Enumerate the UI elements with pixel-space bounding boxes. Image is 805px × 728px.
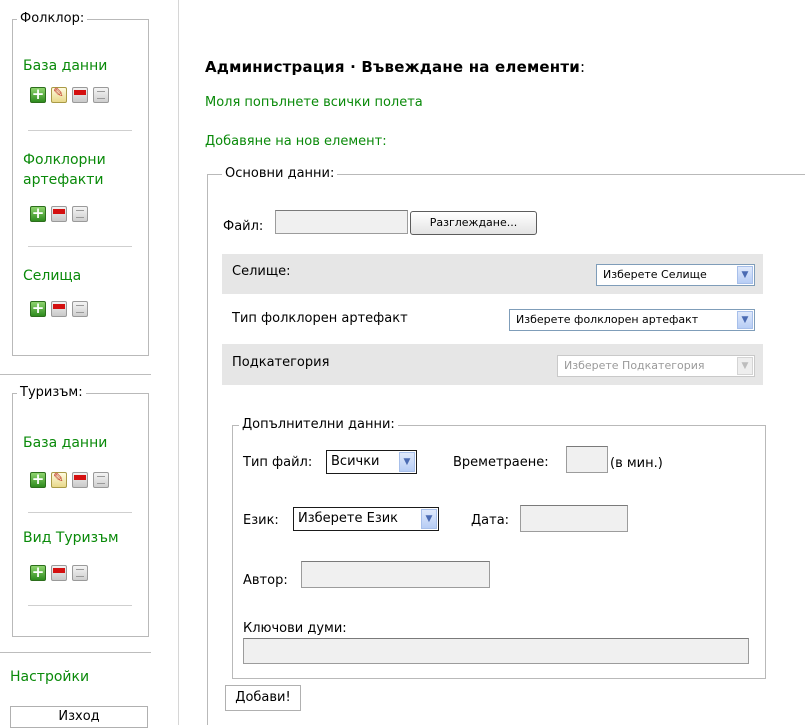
chevron-down-icon[interactable]: ▼: [737, 311, 753, 329]
divider: [28, 130, 132, 131]
settlement-select-value: Изберете Селище: [603, 268, 707, 281]
subcategory-select: Изберете Подкатегория ▼: [557, 355, 755, 377]
folklore-database-link[interactable]: База данни: [23, 56, 107, 76]
tourism-panel: Туризъм:: [12, 385, 149, 637]
delete-icon[interactable]: [72, 472, 88, 488]
page-title-text: Администрация · Въвеждане на елементи: [205, 58, 580, 76]
divider: [28, 605, 132, 606]
file-path-input[interactable]: [275, 210, 408, 234]
tourism-legend: Туризъм:: [17, 385, 86, 401]
settings-link[interactable]: Настройки: [10, 667, 89, 687]
duration-label: Времетраене:: [453, 455, 549, 470]
list-icon[interactable]: [72, 565, 88, 581]
tourism-type-actions: [30, 563, 88, 581]
submit-button[interactable]: Добави!: [225, 685, 301, 711]
basic-data-legend: Основни данни:: [222, 166, 338, 182]
file-label: Файл:: [223, 219, 264, 234]
edit-icon[interactable]: [51, 86, 67, 103]
filetype-label: Тип файл:: [243, 455, 313, 470]
folklore-artefacts-link[interactable]: Фолклорни артефакти: [23, 150, 133, 190]
browse-button[interactable]: Разглеждане...: [410, 211, 537, 235]
keywords-input[interactable]: [243, 638, 749, 664]
filetype-select[interactable]: Всички ▼: [326, 450, 417, 474]
duration-input[interactable]: [566, 446, 608, 473]
instruction-text: Моля попълнете всички полета: [205, 95, 423, 110]
add-icon[interactable]: [30, 85, 46, 103]
language-label: Език:: [243, 513, 279, 528]
column-separator: [178, 0, 179, 725]
language-select-value: Изберете Език: [298, 511, 399, 526]
delete-icon[interactable]: [51, 565, 67, 581]
folklore-database-actions: [30, 85, 109, 103]
list-icon[interactable]: [72, 301, 88, 317]
add-icon[interactable]: [30, 470, 46, 488]
settlement-row: Селище: Изберете Селище ▼: [222, 254, 763, 294]
date-input[interactable]: [520, 505, 628, 532]
delete-icon[interactable]: [51, 301, 67, 317]
add-icon[interactable]: [30, 299, 46, 317]
add-icon[interactable]: [30, 563, 46, 581]
subcategory-select-value: Изберете Подкатегория: [564, 359, 705, 372]
tourism-type-link[interactable]: Вид Туризъм: [23, 528, 119, 548]
edit-icon[interactable]: [51, 471, 67, 488]
folklore-settlements-actions: [30, 299, 88, 317]
date-label: Дата:: [471, 513, 510, 528]
keywords-label: Ключови думи:: [243, 621, 347, 636]
page-title-colon: :: [579, 58, 586, 76]
artefact-type-select-value: Изберете фолклорен артефакт: [516, 313, 699, 326]
duration-unit: (в мин.): [610, 456, 663, 471]
divider: [0, 374, 151, 375]
extra-data-legend: Допълнителни данни:: [239, 417, 398, 433]
artefact-type-label: Тип фолклорен артефакт: [232, 311, 408, 326]
tourism-database-actions: [30, 470, 109, 488]
folklore-legend: Фолклор:: [17, 11, 88, 27]
subcategory-label: Подкатегория: [232, 355, 330, 370]
delete-icon[interactable]: [51, 206, 67, 222]
subcategory-row: Подкатегория Изберете Подкатегория ▼: [222, 344, 763, 385]
divider: [28, 512, 132, 513]
add-new-heading: Добавяне на нов елемент:: [205, 134, 387, 149]
divider: [0, 652, 151, 653]
language-select[interactable]: Изберете Език ▼: [293, 507, 439, 531]
author-label: Автор:: [243, 573, 288, 588]
filetype-select-value: Всички: [331, 454, 380, 469]
settlement-select[interactable]: Изберете Селище ▼: [596, 264, 755, 286]
settlement-label: Селище:: [232, 264, 291, 279]
artefact-type-row: Тип фолклорен артефакт Изберете фолклоре…: [222, 299, 763, 339]
tourism-database-link[interactable]: База данни: [23, 433, 107, 453]
chevron-down-icon[interactable]: ▼: [421, 509, 437, 529]
delete-icon[interactable]: [72, 87, 88, 103]
author-input[interactable]: [301, 561, 490, 588]
add-icon[interactable]: [30, 204, 46, 222]
page-title: Администрация · Въвеждане на елементи:: [205, 58, 585, 76]
list-icon[interactable]: [93, 472, 109, 488]
folklore-artefacts-actions: [30, 204, 88, 222]
artefact-type-select[interactable]: Изберете фолклорен артефакт ▼: [509, 309, 755, 331]
list-icon[interactable]: [72, 206, 88, 222]
chevron-down-icon[interactable]: ▼: [399, 452, 415, 472]
divider: [28, 246, 132, 247]
list-icon[interactable]: [93, 87, 109, 103]
folklore-settlements-link[interactable]: Селища: [23, 266, 81, 286]
chevron-down-icon[interactable]: ▼: [737, 266, 753, 284]
chevron-down-icon: ▼: [737, 357, 753, 375]
